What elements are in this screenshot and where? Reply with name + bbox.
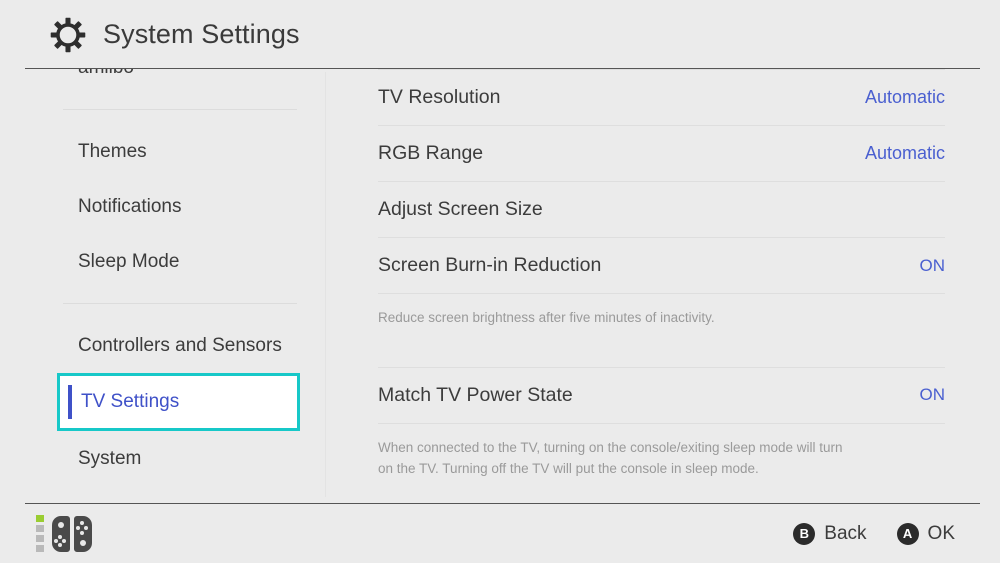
gear-icon: [50, 17, 86, 52]
sidebar-item-themes[interactable]: Themes: [0, 124, 325, 179]
sidebar-item-label: Notifications: [78, 195, 182, 217]
setting-value: Automatic: [864, 143, 945, 163]
sidebar-divider-2: [63, 303, 297, 304]
sidebar-item-label: Controllers and Sensors: [78, 334, 282, 356]
sidebar-item-label: Sleep Mode: [78, 250, 180, 272]
battery-level-icon: [36, 515, 44, 552]
ok-button-label: OK: [927, 522, 955, 544]
setting-toggle-value: ON: [919, 385, 946, 405]
setting-row-tv-resolution[interactable]: TV Resolution Automatic: [325, 70, 1000, 125]
battery-cell: [36, 535, 44, 542]
setting-label: TV Resolution: [378, 86, 501, 108]
setting-label: Adjust Screen Size: [378, 198, 543, 220]
setting-row-adjust-screen-size[interactable]: Adjust Screen Size: [325, 182, 1000, 237]
setting-value: Automatic: [864, 87, 945, 107]
settings-list: TV Resolution Automatic RGB Range Automa…: [325, 69, 1000, 497]
setting-label: RGB Range: [378, 142, 484, 164]
ok-button[interactable]: A OK: [896, 522, 955, 545]
sidebar-nav: amiibo Themes Notifications Sleep Mode C…: [0, 40, 325, 500]
scrollbar-track[interactable]: [983, 72, 987, 497]
setting-toggle-value: ON: [919, 255, 946, 275]
b-button-icon: B: [793, 522, 816, 545]
sidebar-divider-1: [63, 109, 297, 110]
sidebar-item-label: TV Settings: [81, 391, 180, 412]
selection-indicator-bar: [68, 385, 72, 419]
joycon-pair-icon: [52, 515, 92, 552]
joycon-left-icon: [52, 515, 70, 552]
battery-cell: [36, 545, 44, 552]
setting-row-screen-burn-in-reduction[interactable]: Screen Burn-in Reduction ON: [325, 238, 1000, 293]
sidebar-item-label: Themes: [78, 140, 147, 162]
setting-row-rgb-range[interactable]: RGB Range Automatic: [325, 126, 1000, 181]
footer-bar: B Back A OK: [0, 504, 1000, 563]
sidebar-item-notifications[interactable]: Notifications: [0, 179, 325, 234]
back-button-label: Back: [824, 522, 867, 544]
controller-status[interactable]: [36, 515, 92, 552]
battery-cell: [36, 525, 44, 532]
system-settings-screen: System Settings amiibo Themes Notificati…: [0, 0, 1000, 563]
a-button-icon: A: [896, 522, 919, 545]
battery-cell: [36, 515, 44, 522]
sidebar-item-label: System: [78, 447, 142, 469]
page-title: System Settings: [103, 19, 300, 49]
description-text: Reduce screen brightness after five minu…: [378, 310, 715, 325]
back-button[interactable]: B Back: [793, 522, 867, 545]
sidebar-item-tv-settings[interactable]: TV Settings: [57, 373, 300, 431]
sidebar-item-sleep-mode[interactable]: Sleep Mode: [0, 234, 325, 289]
footer-actions: B Back A OK: [793, 522, 955, 545]
sidebar-item-system[interactable]: System: [0, 431, 325, 486]
setting-label: Screen Burn-in Reduction: [378, 254, 602, 276]
description-text-line1: When connected to the TV, turning on the…: [378, 439, 843, 455]
setting-label: Match TV Power State: [378, 383, 573, 406]
joycon-right-icon: [74, 515, 92, 552]
header-divider: [25, 68, 980, 69]
description-text-line2: on the TV. Turning off the TV will put t…: [378, 460, 759, 476]
app-header: System Settings: [0, 0, 1000, 69]
setting-row-match-tv-power-state[interactable]: Match TV Power State ON: [325, 368, 1000, 423]
description-match-tv-power-state: When connected to the TV, turning on the…: [325, 424, 1000, 480]
sidebar-item-controllers-and-sensors[interactable]: Controllers and Sensors: [0, 318, 325, 373]
description-burn-in: Reduce screen brightness after five minu…: [325, 294, 1000, 329]
